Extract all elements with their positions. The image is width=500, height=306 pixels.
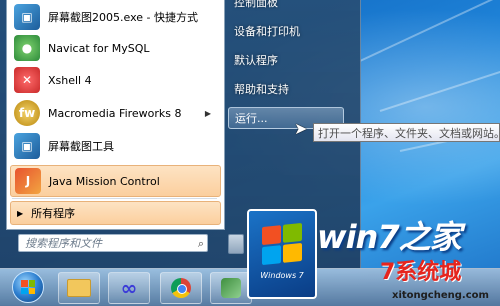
- mouse-cursor-icon: ➤: [294, 119, 308, 138]
- submenu-arrow-icon: ▶: [204, 108, 211, 118]
- fireworks-icon: fw: [14, 100, 40, 126]
- program-label: 屏幕截图工具: [48, 140, 114, 153]
- chrome-icon: [171, 278, 191, 298]
- java-mission-control-icon: J: [15, 168, 41, 194]
- play-arrow-icon: ▶: [17, 208, 24, 218]
- start-button[interactable]: [12, 271, 44, 303]
- watermark-subtitle: 7系统城: [380, 260, 462, 285]
- xshell-icon: ✕: [14, 67, 40, 93]
- infinity-app-icon: ∞: [120, 276, 138, 300]
- program-label: Java Mission Control: [49, 174, 160, 188]
- devices-printers-link[interactable]: 设备和打印机: [234, 23, 300, 39]
- program-item-navicat[interactable]: ● Navicat for MySQL: [10, 33, 219, 63]
- watermark-url: xitongcheng.com: [392, 290, 489, 301]
- shutdown-button[interactable]: [228, 234, 244, 254]
- help-support-link[interactable]: 帮助和支持: [234, 81, 289, 97]
- windows-flag-icon: [262, 222, 302, 266]
- program-item-screenshot-tool[interactable]: ▣ 屏幕截图工具: [10, 131, 219, 161]
- program-label: Navicat for MySQL: [48, 41, 150, 55]
- control-panel-link[interactable]: 控制面板: [234, 0, 278, 10]
- explorer-icon: [67, 279, 91, 297]
- program-item-screenshot-2005[interactable]: ▣ 屏幕截图2005.exe - 快捷方式: [10, 2, 219, 32]
- search-icon[interactable]: ⌕: [198, 235, 204, 253]
- app-icon: [221, 278, 241, 298]
- run-tooltip: 打开一个程序、文件夹、文档或网站。: [313, 123, 500, 142]
- taskbar-explorer-button[interactable]: [58, 272, 100, 304]
- taskbar-app-button[interactable]: [210, 272, 252, 304]
- program-label: 屏幕截图2005.exe - 快捷方式: [48, 11, 198, 24]
- program-item-xshell[interactable]: ✕ Xshell 4: [10, 65, 219, 95]
- wallpaper-streak: [379, 66, 500, 112]
- watermark-title: win7之家: [317, 218, 462, 256]
- program-label: Macromedia Fireworks 8: [48, 106, 182, 120]
- windows-flag-icon: [21, 280, 35, 294]
- program-label: Xshell 4: [48, 73, 92, 87]
- watermark-logo-text: Windows 7: [260, 271, 304, 280]
- default-programs-link[interactable]: 默认程序: [234, 52, 278, 68]
- program-item-fireworks[interactable]: fw Macromedia Fireworks 8 ▶: [10, 98, 219, 128]
- taskbar-chrome-button[interactable]: [160, 272, 202, 304]
- menu-separator: [12, 198, 217, 199]
- program-item-java-mission-control[interactable]: J Java Mission Control: [10, 165, 221, 197]
- screenshot-icon: ▣: [14, 4, 40, 30]
- navicat-icon: ●: [14, 35, 40, 61]
- all-programs-label: 所有程序: [31, 207, 76, 220]
- search-input[interactable]: 搜索程序和文件 ⌕: [18, 234, 208, 252]
- wallpaper-streak: [359, 0, 500, 62]
- watermark-logo: Windows 7: [247, 209, 317, 299]
- taskbar-app-button[interactable]: ∞: [108, 272, 150, 304]
- search-placeholder: 搜索程序和文件: [25, 237, 102, 250]
- screenshot-tool-icon: ▣: [14, 133, 40, 159]
- all-programs-button[interactable]: ▶ 所有程序: [10, 201, 221, 225]
